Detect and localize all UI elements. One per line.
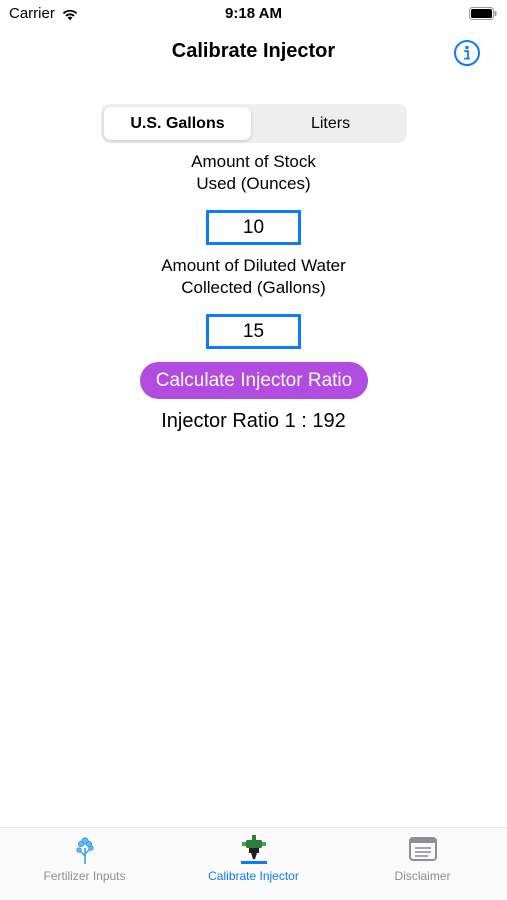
info-circle-icon[interactable] <box>453 39 481 67</box>
tab-label-disclaimer: Disclaimer <box>394 869 451 883</box>
water-amount-input[interactable] <box>206 314 301 349</box>
flower-icon <box>75 837 94 864</box>
tab-disclaimer[interactable]: Disclaimer <box>338 832 507 892</box>
tab-label-calibrate-injector: Calibrate Injector <box>208 869 299 883</box>
units-segmented-control: U.S. Gallons Liters <box>101 104 407 143</box>
calibrate-injector-screen: Carrier 9:18 AM Calibrate Injector U.S. … <box>0 0 507 900</box>
tab-calibrate-injector[interactable]: Calibrate Injector <box>169 832 338 892</box>
segment-us-gallons[interactable]: U.S. Gallons <box>104 107 251 140</box>
injector-icon <box>240 835 267 864</box>
segment-liters[interactable]: Liters <box>257 107 404 140</box>
status-bar: Carrier 9:18 AM <box>0 0 507 30</box>
tab-fertilizer-inputs[interactable]: Fertilizer Inputs <box>0 832 169 892</box>
stock-label-line1: Amount of Stock <box>191 152 316 171</box>
stock-label-line2: Used (Ounces) <box>196 174 311 193</box>
document-icon <box>408 837 437 861</box>
water-label-line1: Amount of Diluted Water <box>161 256 346 275</box>
calculate-ratio-button[interactable]: Calculate Injector Ratio <box>140 362 368 399</box>
page-title: Calibrate Injector <box>171 40 336 62</box>
tab-bar: Fertilizer Inputs Calibrate Injector Dis… <box>0 827 507 900</box>
injector-ratio-result: Injector Ratio 1 : 192 <box>161 410 346 432</box>
stock-amount-input[interactable] <box>206 210 301 245</box>
tab-label-fertilizer-inputs: Fertilizer Inputs <box>43 869 126 883</box>
status-time: 9:18 AM <box>225 5 282 22</box>
battery-icon <box>469 7 497 20</box>
water-label-line2: Collected (Gallons) <box>181 278 326 297</box>
